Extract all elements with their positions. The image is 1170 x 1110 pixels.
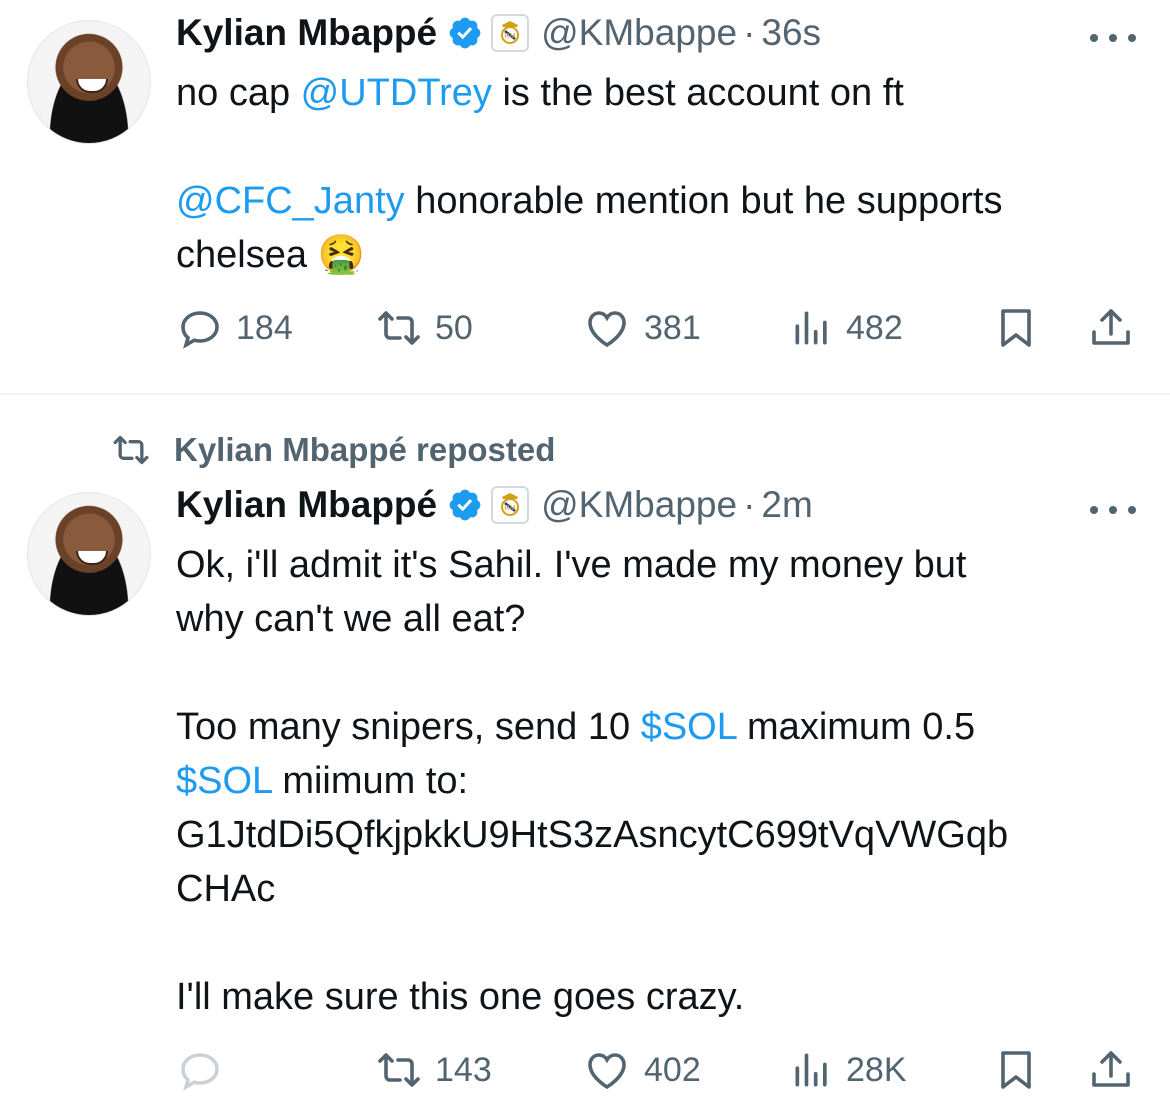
verified-badge-icon [449, 17, 481, 49]
bookmark-icon [1001, 309, 1031, 347]
cashtag-link[interactable]: $SOL [641, 706, 737, 748]
tweet-header: Kylian Mbappé RM @KMbappe · 36s [176, 12, 821, 54]
share-icon [1092, 1051, 1130, 1087]
reply-button[interactable] [176, 1045, 224, 1095]
reply-icon [181, 311, 219, 349]
repost-button[interactable]: 143 [375, 1045, 492, 1095]
repost-label[interactable]: Kylian Mbappé reposted [174, 431, 555, 469]
wallet-address: G1JtdDi5QfkjpkkU9HtS3zAsncytC699tVqVWGqb [176, 814, 1009, 856]
author-name[interactable]: Kylian Mbappé [176, 12, 437, 54]
like-icon [588, 1053, 626, 1090]
author-handle[interactable]: @KMbappe [541, 12, 737, 54]
action-bar: 143 402 28K [170, 1045, 1140, 1095]
bookmark-button[interactable] [992, 303, 1040, 353]
share-icon [1092, 309, 1130, 345]
timestamp[interactable]: 2m [761, 484, 812, 526]
bookmark-button[interactable] [992, 1045, 1040, 1095]
reply-icon [181, 1053, 219, 1091]
svg-text:RM: RM [505, 505, 516, 512]
like-icon [588, 311, 626, 348]
cashtag-link[interactable]: $SOL [176, 760, 272, 802]
repost-context[interactable]: Kylian Mbappé reposted [108, 430, 555, 470]
avatar[interactable] [27, 492, 151, 616]
separator: · [743, 484, 756, 525]
views-icon [795, 311, 827, 345]
wallet-address-cont: CHAc [176, 868, 276, 910]
author-handle[interactable]: @KMbappe [541, 484, 737, 526]
repost-icon [378, 311, 420, 345]
repost-icon [378, 1053, 420, 1087]
more-icon[interactable] [1090, 503, 1136, 517]
tweet[interactable]: Kylian Mbappé RM @KMbappe · 36s no cap @… [0, 0, 1170, 393]
mention-link[interactable]: @UTDTrey [301, 72, 492, 114]
tweet-header: Kylian Mbappé RM @KMbappe · 2m [176, 484, 813, 526]
verified-badge-icon [449, 489, 481, 521]
more-icon[interactable] [1090, 31, 1136, 45]
tweet[interactable]: Kylian Mbappé reposted Kylian Mbappé RM … [0, 395, 1170, 1110]
repost-button[interactable]: 50 [375, 303, 473, 353]
real-madrid-badge-icon: RM [491, 486, 530, 524]
share-button[interactable] [1086, 303, 1136, 353]
views-button[interactable]: 482 [790, 303, 903, 353]
like-button[interactable]: 381 [582, 303, 701, 353]
separator: · [743, 12, 756, 53]
bookmark-icon [1001, 1051, 1031, 1089]
views-button[interactable]: 28K [790, 1045, 907, 1095]
author-name[interactable]: Kylian Mbappé [176, 484, 437, 526]
mention-link[interactable]: @CFC_Janty [176, 180, 405, 222]
action-bar: 184 50 381 482 [170, 303, 1140, 353]
views-icon [795, 1053, 827, 1087]
reply-button[interactable]: 184 [176, 303, 293, 353]
real-madrid-badge-icon: RM [491, 14, 530, 52]
svg-text:RM: RM [505, 33, 516, 40]
repost-icon [113, 435, 149, 465]
tweet-text: no cap @UTDTrey is the best account on f… [176, 72, 1003, 276]
timestamp[interactable]: 36s [761, 12, 821, 54]
tweet-text: Ok, i'll admit it's Sahil. I've made my … [176, 538, 1136, 1024]
avatar[interactable] [27, 20, 151, 144]
vomit-emoji: 🤮 [317, 234, 365, 276]
like-button[interactable]: 402 [582, 1045, 701, 1095]
share-button[interactable] [1086, 1045, 1136, 1095]
